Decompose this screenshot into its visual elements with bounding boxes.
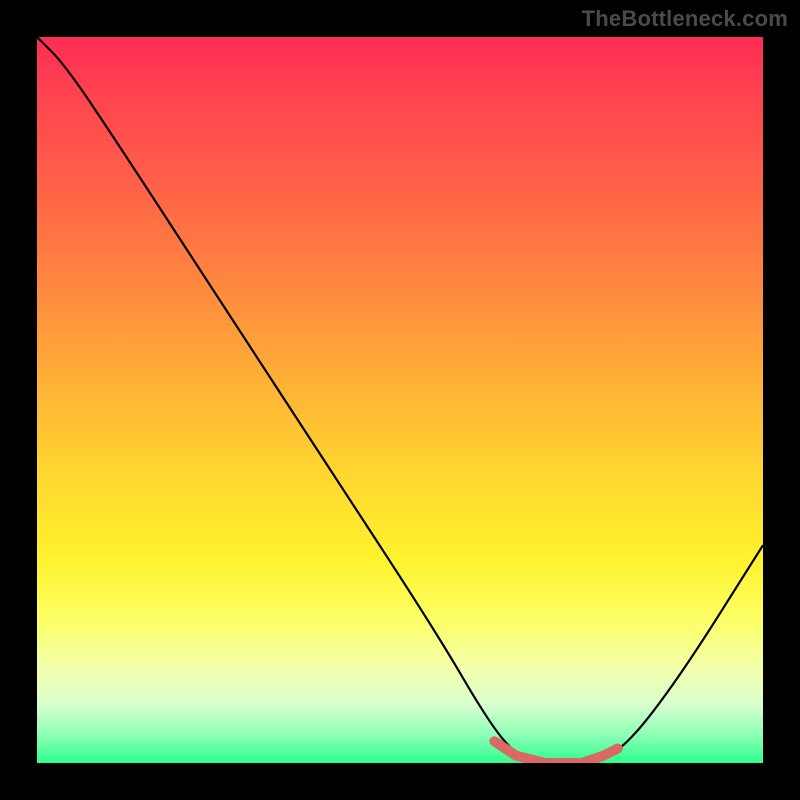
chart-container: TheBottleneck.com (0, 0, 800, 800)
watermark-text: TheBottleneck.com (582, 6, 788, 32)
highlight-segment (494, 741, 617, 763)
main-curve-line (37, 37, 763, 763)
chart-svg (37, 37, 763, 763)
plot-area (37, 37, 763, 763)
